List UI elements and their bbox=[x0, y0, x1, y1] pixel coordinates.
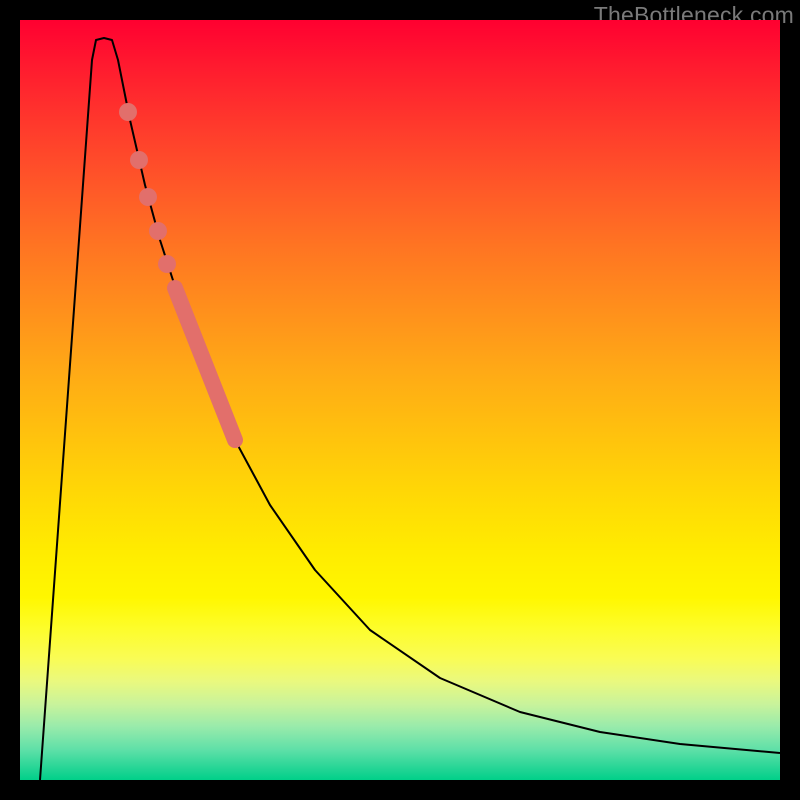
bottleneck-curve bbox=[40, 38, 780, 780]
chart-svg bbox=[20, 20, 780, 780]
chart-container: TheBottleneck.com bbox=[0, 0, 800, 800]
highlight-segment bbox=[175, 288, 235, 440]
highlight-dots bbox=[119, 103, 176, 273]
plot-area bbox=[20, 20, 780, 780]
